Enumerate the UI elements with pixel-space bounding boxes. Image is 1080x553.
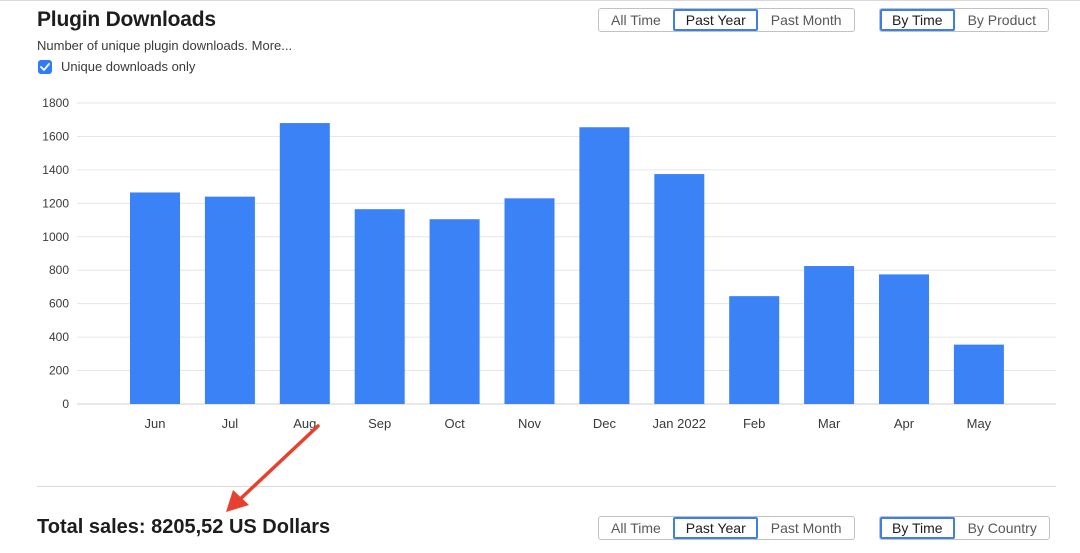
x-tick-label: Dec [593, 416, 617, 431]
y-tick-label: 200 [49, 364, 69, 378]
downloads-bar-chart: 0 200 400 600 800 1000 1200 1400 1600 1800 Jun Jul A… [42, 96, 1056, 431]
bar [429, 219, 480, 404]
y-tick-label: 600 [49, 297, 69, 311]
x-tick-label: Oct [444, 416, 465, 431]
bar [953, 344, 1004, 404]
top-group-by-product[interactable]: By Product [955, 9, 1048, 31]
bar [579, 127, 630, 404]
bottom-group-by-time[interactable]: By Time [880, 517, 955, 539]
bottom-group-by-country[interactable]: By Country [955, 517, 1049, 539]
x-tick-label: Sep [368, 416, 391, 431]
total-sales: Total sales: 8205,52 US Dollars [37, 516, 331, 538]
bottom-group-selector: By Time By Country [879, 516, 1050, 540]
y-tick-label: 0 [62, 397, 69, 411]
x-tick-label: Jun [145, 416, 166, 431]
bottom-period-past-year[interactable]: Past Year [672, 517, 758, 539]
page-title: Plugin Downloads [37, 8, 216, 31]
unique-downloads-label: Unique downloads only [61, 59, 196, 74]
page-subtitle[interactable]: Number of unique plugin downloads. More.… [37, 38, 292, 53]
top-period-selector: All Time Past Year Past Month [598, 8, 855, 32]
bottom-period-past-month[interactable]: Past Month [758, 517, 854, 539]
top-period-past-month[interactable]: Past Month [758, 9, 854, 31]
bar [354, 209, 405, 404]
bar [654, 174, 705, 404]
top-border [0, 0, 1080, 1]
x-tick-label: Jan 2022 [653, 416, 707, 431]
checkmark-icon [40, 62, 50, 71]
section-divider [37, 486, 1056, 487]
x-tick-label: May [967, 416, 992, 431]
bar [204, 196, 255, 404]
bar [279, 123, 330, 405]
top-group-by-time[interactable]: By Time [880, 9, 955, 31]
unique-downloads-option[interactable]: Unique downloads only [38, 59, 195, 74]
bar [804, 266, 855, 404]
y-tick-label: 1200 [42, 196, 69, 210]
y-tick-label: 1600 [42, 129, 69, 143]
y-tick-label: 1400 [42, 163, 69, 177]
bar [879, 274, 929, 404]
x-tick-label: Nov [518, 416, 542, 431]
x-tick-label: Aug [293, 416, 316, 431]
x-tick-label: Apr [894, 416, 915, 431]
unique-downloads-checkbox[interactable] [38, 59, 52, 74]
bottom-period-all-time[interactable]: All Time [599, 517, 673, 539]
x-tick-label: Mar [818, 416, 841, 431]
bar [504, 198, 555, 404]
y-tick-label: 800 [49, 263, 69, 277]
x-tick-label: Feb [743, 416, 765, 431]
top-period-past-year[interactable]: Past Year [672, 9, 758, 31]
bar [130, 192, 180, 404]
y-tick-label: 1000 [42, 230, 69, 244]
top-period-all-time[interactable]: All Time [599, 9, 673, 31]
bar [729, 296, 780, 404]
x-tick-label: Jul [222, 416, 239, 431]
bottom-period-selector: All Time Past Year Past Month [598, 516, 855, 540]
y-tick-label: 400 [49, 330, 69, 344]
y-tick-label: 1800 [42, 96, 69, 110]
top-group-selector: By Time By Product [879, 8, 1050, 32]
